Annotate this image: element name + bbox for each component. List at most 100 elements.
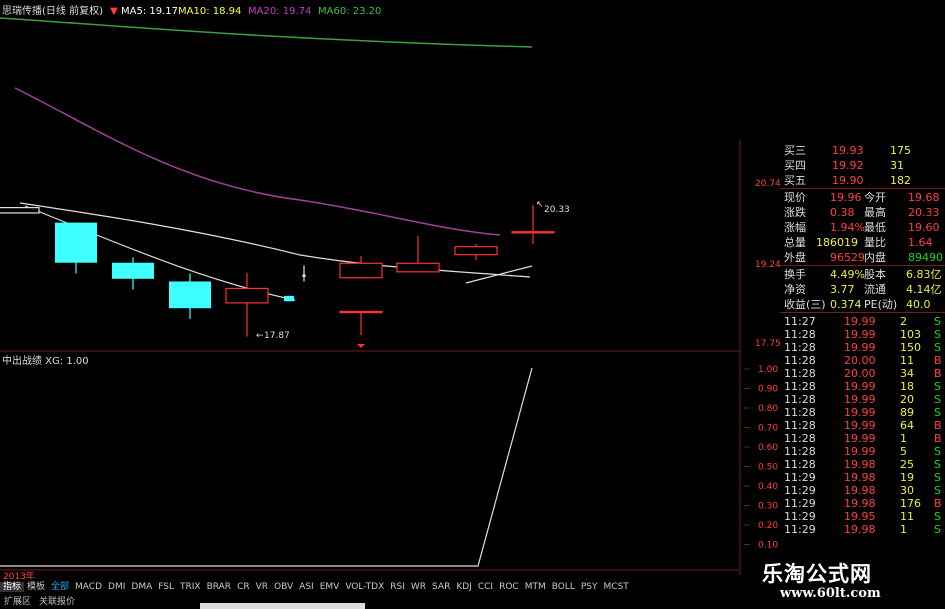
tick-row[interactable]: 11:29 19.95 11 S — [780, 510, 945, 523]
tick-row[interactable]: 11:28 19.99 103 S — [780, 328, 945, 341]
candle-body — [396, 262, 440, 273]
price-tick: 19.24 — [755, 260, 780, 270]
tick-row[interactable]: 11:27 19.99 2 S — [780, 315, 945, 328]
stat-label: 量比 — [864, 236, 886, 249]
indicator-tab[interactable]: 模板 — [24, 582, 48, 592]
tick-price: 19.98 — [844, 523, 876, 536]
indicator-tab[interactable]: ROC — [496, 582, 522, 592]
indicator-tab[interactable]: CR — [234, 582, 253, 592]
tick-row[interactable]: 11:28 19.99 89 S — [780, 406, 945, 419]
tick-time: 11:29 — [784, 471, 816, 484]
book-label: 买三 — [784, 144, 806, 157]
indicator-tab[interactable]: FSL — [155, 582, 177, 592]
indicator-tab[interactable]: MTM — [522, 582, 549, 592]
indicator-tab[interactable]: VOL-TDX — [342, 582, 387, 592]
tick-row[interactable]: 11:29 19.98 176 B — [780, 497, 945, 510]
quote-stat-row[interactable]: 收益(三) 0.374 PE(动) 40.0 — [780, 298, 945, 312]
order-book-row[interactable]: 买五 19.90 182 — [780, 174, 945, 188]
year-label: 2013年 — [3, 570, 35, 580]
sub-tab[interactable]: 关联报价 — [35, 597, 79, 607]
indicator-tab[interactable]: WR — [408, 582, 429, 592]
tick-row[interactable]: 11:29 19.98 19 S — [780, 471, 945, 484]
quote-panel: 买三 19.93 175 买四 19.92 31 买五 19.90 182 现价 19.96 今开 19… — [780, 140, 945, 580]
indicator-tab[interactable]: BOLL — [549, 582, 578, 592]
indicator-tab[interactable]: OBV — [271, 582, 296, 592]
tick-side: B — [934, 354, 942, 367]
indicator-tab[interactable]: EMV — [317, 582, 343, 592]
tick-row[interactable]: 11:29 19.98 1 S — [780, 523, 945, 536]
kline-chart[interactable]: 思瑞传播(日线 前复权) ▼ MA5: 19.17 MA10: 18.94 MA… — [0, 0, 780, 580]
low-annotation: 17.87 — [264, 331, 290, 341]
indicator-tab[interactable]: PSY — [578, 582, 601, 592]
book-label: 买四 — [784, 159, 806, 172]
tick-volume: 30 — [900, 484, 914, 497]
quote-stat-row[interactable]: 外盘 96529 内盘 89490 — [780, 251, 945, 265]
tick-volume: 19 — [900, 471, 914, 484]
tick-time: 11:28 — [784, 380, 816, 393]
indicator-tab[interactable]: MACD — [72, 582, 105, 592]
tick-row[interactable]: 11:28 19.99 150 S — [780, 341, 945, 354]
quote-stat-row[interactable]: 涨幅 1.94% 最低 19.60 — [780, 221, 945, 235]
stat-value: 89490 — [908, 251, 943, 264]
ma60-label: MA60: 23.20 — [318, 6, 381, 17]
indicator-tab[interactable]: RSI — [387, 582, 408, 592]
tick-time: 11:28 — [784, 406, 816, 419]
stat-label: 最高 — [864, 206, 886, 219]
stat-value: 4.14亿 — [906, 283, 942, 296]
indicator-tab[interactable]: ASI — [296, 582, 317, 592]
tick-row[interactable]: 11:28 20.00 11 B — [780, 354, 945, 367]
quote-stat-row[interactable]: 现价 19.96 今开 19.68 — [780, 191, 945, 205]
indicator-tab[interactable]: 指标 — [0, 582, 25, 592]
tick-row[interactable]: 11:28 19.98 25 S — [780, 458, 945, 471]
quote-separator — [780, 312, 945, 313]
stat-value: 0.374 — [830, 298, 862, 311]
order-book-row[interactable]: 买四 19.92 31 — [780, 159, 945, 173]
tick-time: 11:27 — [784, 315, 816, 328]
tick-side: B — [934, 432, 942, 445]
quote-stat-row[interactable]: 涨跌 0.38 最高 20.33 — [780, 206, 945, 220]
tick-row[interactable]: 11:28 19.99 1 B — [780, 432, 945, 445]
tick-price: 19.98 — [844, 484, 876, 497]
order-book-row[interactable]: 买三 19.93 175 — [780, 144, 945, 158]
indicator-tab[interactable]: BRAR — [204, 582, 234, 592]
indicator-tab[interactable]: DMA — [128, 582, 155, 592]
tick-row[interactable]: 11:28 20.00 34 B — [780, 367, 945, 380]
indicator-tab[interactable]: MCST — [601, 582, 632, 592]
indicator-tab[interactable]: KDJ — [453, 582, 475, 592]
quote-stat-row[interactable]: 总量 186019 量比 1.64 — [780, 236, 945, 250]
indicator-tab[interactable]: CCI — [475, 582, 496, 592]
stat-label: 内盘 — [864, 251, 886, 264]
tick-row[interactable]: 11:28 19.99 20 S — [780, 393, 945, 406]
tick-volume: 25 — [900, 458, 914, 471]
tick-price: 19.99 — [844, 406, 876, 419]
stat-label: 最低 — [864, 221, 886, 234]
tick-row[interactable]: 11:28 19.99 5 S — [780, 445, 945, 458]
tick-time: 11:28 — [784, 432, 816, 445]
indicator-tick: 0.90 — [758, 385, 778, 395]
book-volume: 182 — [890, 174, 911, 187]
tick-row[interactable]: 11:28 19.99 64 B — [780, 419, 945, 432]
indicator-tab[interactable]: TRIX — [177, 582, 204, 592]
quote-stat-row[interactable]: 净资 3.77 流通 4.14亿 — [780, 283, 945, 297]
tick-row[interactable]: 11:29 19.98 30 S — [780, 484, 945, 497]
book-price: 19.92 — [832, 159, 864, 172]
indicator-tab[interactable]: SAR — [429, 582, 453, 592]
tick-time: 11:28 — [784, 354, 816, 367]
stat-value: 20.33 — [908, 206, 940, 219]
ma20-label: MA20: 19.74 — [248, 6, 311, 17]
stat-label: 涨跌 — [784, 206, 806, 219]
indicator-tick: 0.40 — [758, 482, 778, 492]
indicator-tick: 0.50 — [758, 463, 778, 473]
quote-stat-row[interactable]: 换手 4.49% 股本 6.83亿 — [780, 268, 945, 282]
tick-side: S — [934, 523, 941, 536]
ma-short-line — [465, 265, 533, 284]
tick-price: 19.99 — [844, 380, 876, 393]
indicator-tab[interactable]: VR — [253, 582, 271, 592]
indicator-tab[interactable]: DMI — [105, 582, 128, 592]
tick-volume: 1 — [900, 523, 907, 536]
stat-value: 186019 — [816, 236, 858, 249]
candle-body — [225, 287, 269, 304]
sub-tab[interactable]: 扩展区 — [0, 597, 35, 607]
indicator-tab[interactable]: 全部 — [48, 582, 72, 592]
tick-row[interactable]: 11:28 19.99 18 S — [780, 380, 945, 393]
